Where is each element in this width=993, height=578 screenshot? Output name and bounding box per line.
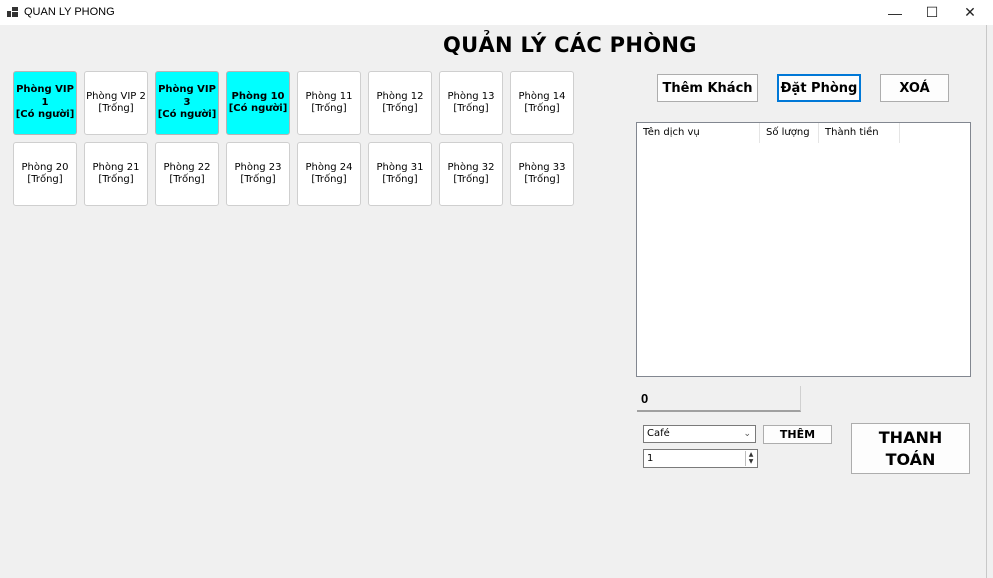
- room-button[interactable]: Phòng VIP 2 [Trống]: [84, 71, 148, 135]
- room-name: 1: [41, 96, 49, 108]
- stepper-down-icon[interactable]: ▼: [746, 458, 756, 465]
- maximize-icon: ☐: [925, 4, 939, 20]
- room-status: [Trống]: [169, 174, 205, 185]
- window-border: [986, 25, 987, 578]
- chevron-down-icon: ⌄: [743, 429, 751, 439]
- room-status: [Trống]: [382, 103, 418, 114]
- add-guest-button[interactable]: Thêm Khách: [657, 74, 758, 102]
- room-status: [Trống]: [27, 174, 63, 185]
- room-name: Phòng 14: [518, 90, 566, 102]
- room-button[interactable]: Phòng VIP 1 [Có người]: [13, 71, 77, 135]
- title-bar: QUAN LY PHONG — ☐ ✕: [0, 0, 993, 25]
- stepper-buttons: ▲ ▼: [745, 451, 756, 466]
- pay-label-line1: THANH: [878, 427, 943, 447]
- room-name: Phòng 12: [376, 90, 424, 102]
- room-button[interactable]: Phòng 33 [Trống]: [510, 142, 574, 206]
- stepper-up-icon[interactable]: ▲: [746, 451, 756, 458]
- room-status: [Trống]: [453, 103, 489, 114]
- pay-label-line2: TOÁN: [885, 449, 936, 469]
- room-status: [Có người]: [15, 109, 75, 121]
- room-status: [Trống]: [311, 103, 347, 114]
- room-button[interactable]: Phòng 11 [Trống]: [297, 71, 361, 135]
- room-button[interactable]: Phòng 24 [Trống]: [297, 142, 361, 206]
- room-name: Phòng 31: [376, 161, 424, 173]
- room-name: Phòng 13: [447, 90, 495, 102]
- maximize-button[interactable]: ☐: [913, 0, 951, 25]
- services-list[interactable]: Tên dịch vụ Số lượng Thành tiền: [636, 122, 971, 377]
- add-service-button[interactable]: THÊM: [763, 425, 832, 444]
- column-quantity[interactable]: Số lượng: [760, 123, 819, 143]
- book-room-button[interactable]: Đặt Phòng: [777, 74, 861, 102]
- room-status: [Trống]: [524, 103, 560, 114]
- room-status: [Trống]: [382, 174, 418, 185]
- room-status: [Có người]: [157, 109, 217, 121]
- window-title: QUAN LY PHONG: [24, 6, 115, 18]
- room-button[interactable]: Phòng 21 [Trống]: [84, 142, 148, 206]
- room-name: Phòng VIP 2: [86, 90, 146, 102]
- quantity-stepper[interactable]: 1 ▲ ▼: [643, 449, 758, 468]
- room-name: Phòng 33: [518, 161, 566, 173]
- close-icon: ✕: [964, 4, 976, 20]
- room-button[interactable]: Phòng 22 [Trống]: [155, 142, 219, 206]
- pay-button[interactable]: THANH TOÁN: [851, 423, 970, 474]
- room-button[interactable]: Phòng 14 [Trống]: [510, 71, 574, 135]
- room-name: 3: [183, 96, 191, 108]
- room-status: [Trống]: [524, 174, 560, 185]
- page-title: QUẢN LÝ CÁC PHÒNG: [443, 33, 697, 57]
- room-name: Phòng 10: [231, 90, 285, 102]
- room-status: [Trống]: [98, 174, 134, 185]
- total-amount: 0: [637, 386, 801, 412]
- room-button[interactable]: Phòng 23 [Trống]: [226, 142, 290, 206]
- room-button[interactable]: Phòng 13 [Trống]: [439, 71, 503, 135]
- quantity-value: 1: [647, 453, 654, 464]
- minimize-icon: —: [888, 4, 902, 21]
- column-amount[interactable]: Thành tiền: [819, 123, 900, 143]
- minimize-button[interactable]: —: [876, 0, 914, 25]
- room-status: [Có người]: [228, 103, 288, 114]
- service-select-value: Café: [647, 428, 670, 439]
- room-button[interactable]: Phòng 31 [Trống]: [368, 142, 432, 206]
- column-service-name[interactable]: Tên dịch vụ: [637, 123, 760, 143]
- room-status: [Trống]: [98, 103, 134, 114]
- room-status: [Trống]: [240, 174, 276, 185]
- services-list-header: Tên dịch vụ Số lượng Thành tiền: [637, 123, 970, 143]
- room-button[interactable]: Phòng 12 [Trống]: [368, 71, 432, 135]
- close-button[interactable]: ✕: [951, 0, 989, 25]
- room-button[interactable]: Phòng 10 [Có người]: [226, 71, 290, 135]
- room-name: Phòng 22: [163, 161, 211, 173]
- room-button[interactable]: Phòng 32 [Trống]: [439, 142, 503, 206]
- service-select[interactable]: Café ⌄: [643, 425, 756, 443]
- delete-button[interactable]: XOÁ: [880, 74, 949, 102]
- room-name: Phòng 23: [234, 161, 282, 173]
- room-name: Phòng 21: [92, 161, 140, 173]
- room-name: Phòng 24: [305, 161, 353, 173]
- room-status: [Trống]: [311, 174, 347, 185]
- app-icon: [7, 7, 18, 17]
- room-name: Phòng VIP: [16, 84, 74, 96]
- room-button[interactable]: Phòng VIP 3 [Có người]: [155, 71, 219, 135]
- room-name: Phòng VIP: [158, 84, 216, 96]
- room-status: [Trống]: [453, 174, 489, 185]
- room-button[interactable]: Phòng 20 [Trống]: [13, 142, 77, 206]
- room-name: Phòng 20: [21, 161, 69, 173]
- room-name: Phòng 11: [305, 90, 353, 102]
- room-name: Phòng 32: [447, 161, 495, 173]
